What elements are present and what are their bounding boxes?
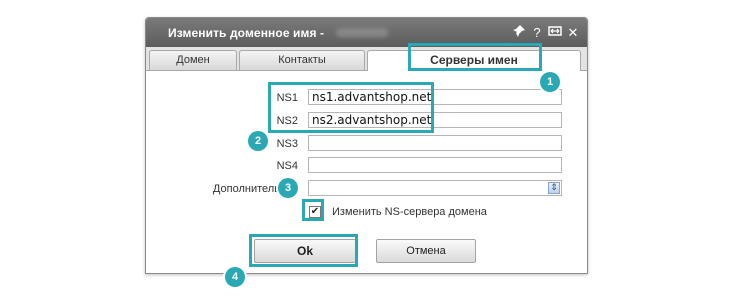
- ns4-label: NS4: [276, 160, 298, 172]
- ns2-input[interactable]: ns2.advantshop.net: [308, 112, 562, 128]
- change-ns-label: Изменить NS-сервера домена: [332, 206, 487, 218]
- tab-domain[interactable]: Домен: [149, 50, 237, 70]
- pin-icon[interactable]: [511, 24, 527, 42]
- ns2-label: NS2: [276, 115, 298, 127]
- ns3-input[interactable]: [308, 135, 562, 151]
- tab-bar: Домен Контакты Серверы имен: [146, 47, 587, 71]
- resize-icon[interactable]: [547, 24, 563, 42]
- ns1-label: NS1: [276, 92, 298, 104]
- ns1-input[interactable]: ns1.advantshop.net: [308, 89, 562, 105]
- step-badge-4: 4: [225, 267, 245, 287]
- edit-domain-dialog: Изменить доменное имя - ? ✕ Домен Контак…: [145, 17, 588, 274]
- tab-contacts[interactable]: Контакты: [239, 50, 365, 70]
- close-icon[interactable]: ✕: [565, 24, 581, 42]
- ns4-input[interactable]: [308, 157, 562, 173]
- step-badge-2: 2: [248, 131, 268, 151]
- tab-nameservers[interactable]: Серверы имен: [367, 50, 581, 71]
- dialog-titlebar[interactable]: Изменить доменное имя - ? ✕: [146, 18, 587, 47]
- blurred-domain-name: [336, 28, 388, 37]
- cancel-button[interactable]: Отмена: [376, 239, 476, 263]
- additional-input[interactable]: ⇕: [308, 180, 562, 196]
- ok-button[interactable]: Ok: [254, 239, 356, 263]
- change-ns-checkbox[interactable]: ✔: [309, 206, 321, 218]
- step-badge-3: 3: [278, 178, 298, 198]
- spin-arrows-icon[interactable]: ⇕: [548, 182, 560, 194]
- dialog-title: Изменить доменное имя -: [168, 26, 325, 40]
- step-badge-1: 1: [540, 72, 560, 92]
- titlebar-controls: ? ✕: [509, 23, 581, 43]
- help-icon[interactable]: ?: [529, 24, 545, 42]
